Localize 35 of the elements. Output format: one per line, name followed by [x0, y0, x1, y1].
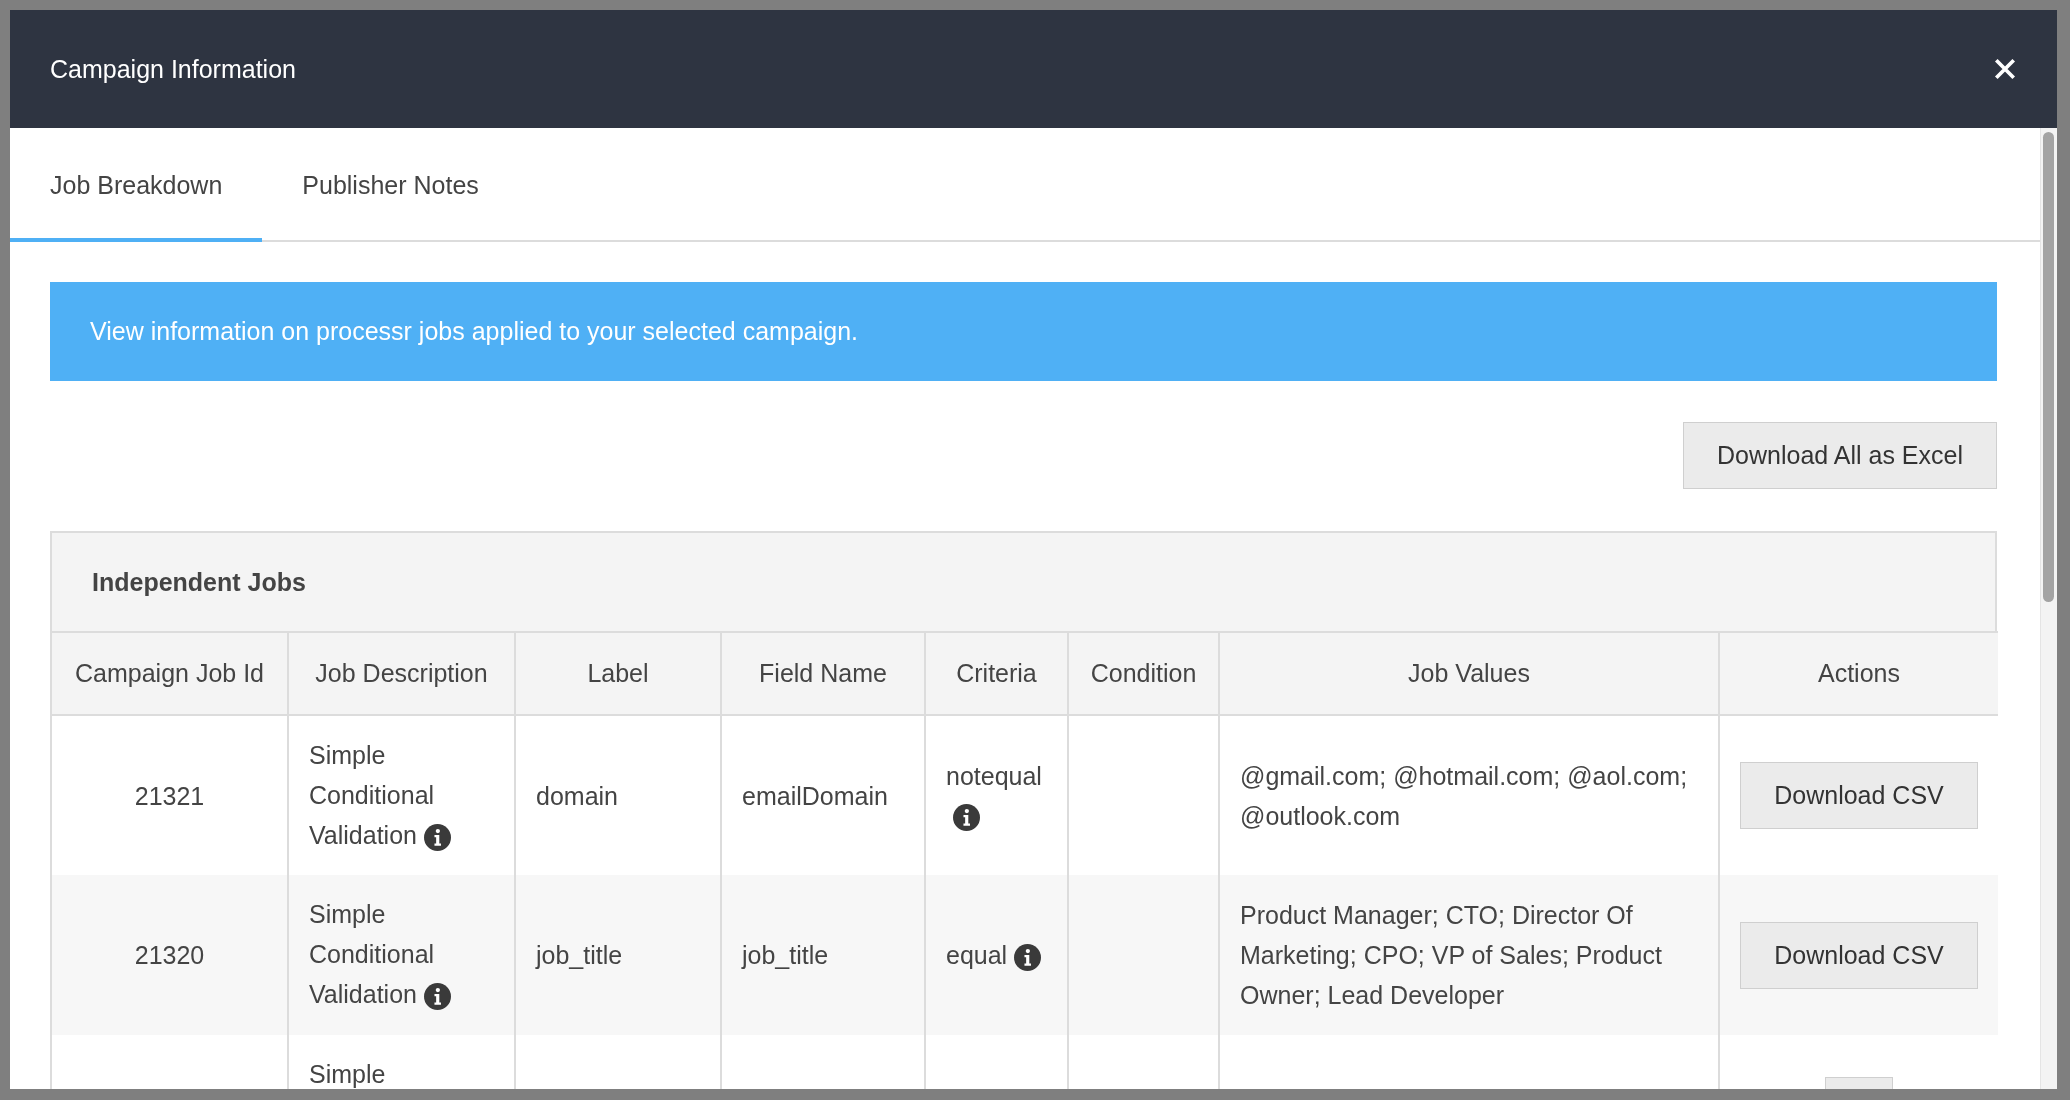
dialog-title: Campaign Information [50, 54, 296, 84]
table-cell: 21321 [134, 781, 205, 810]
panel-title: Independent Jobs [92, 567, 306, 597]
download-excel-button[interactable]: Download All as Excel [1683, 422, 1997, 489]
info-icon[interactable] [423, 823, 451, 851]
column-header: Field Name [759, 659, 887, 687]
table-cell: Simple Conditional Validation [309, 741, 435, 849]
table-cell: job_title [536, 941, 623, 969]
table-cell: Simple [309, 1060, 386, 1088]
info-icon[interactable] [1014, 943, 1042, 971]
column-header: Job Description [315, 659, 488, 687]
action-button[interactable]: Download CSV [1740, 762, 1978, 829]
tab[interactable]: Job Breakdown [10, 128, 263, 242]
table-cell: job_title [742, 941, 829, 969]
column-header: Job Values [1408, 659, 1530, 687]
column-header: Actions [1818, 659, 1900, 687]
info-banner: View information on processr jobs applied to your selected campaign. [50, 282, 1997, 381]
table-cell: equal [946, 941, 1008, 969]
table-cell: Product Manager; CTO; Director Of Marketing; CPO; VP of Sales; Product Owner; Lead Developer [1240, 901, 1662, 1009]
info-icon[interactable] [423, 982, 451, 1010]
column-header: Label [587, 659, 649, 687]
column-header: Criteria [956, 659, 1037, 687]
table-cell: emailDomain [742, 781, 888, 810]
action-button[interactable]: Download CSV [1740, 921, 1978, 989]
close-icon[interactable] [1994, 58, 2016, 80]
column-header: Campaign Job Id [75, 659, 264, 687]
column-header: Condition [1090, 659, 1197, 687]
table-cell: 21320 [134, 941, 205, 969]
tab[interactable]: Publisher Notes [262, 128, 519, 242]
table-cell: @gmail.com; @hotmail.com; @aol.com; @outlook.com [1240, 761, 1688, 830]
table-cell: notequal [946, 761, 1042, 790]
scrollbar[interactable] [2040, 128, 2057, 1089]
info-icon[interactable] [953, 804, 980, 832]
table-cell: Simple Conditional Validation [309, 900, 435, 1008]
table-cell: domain [536, 781, 618, 810]
